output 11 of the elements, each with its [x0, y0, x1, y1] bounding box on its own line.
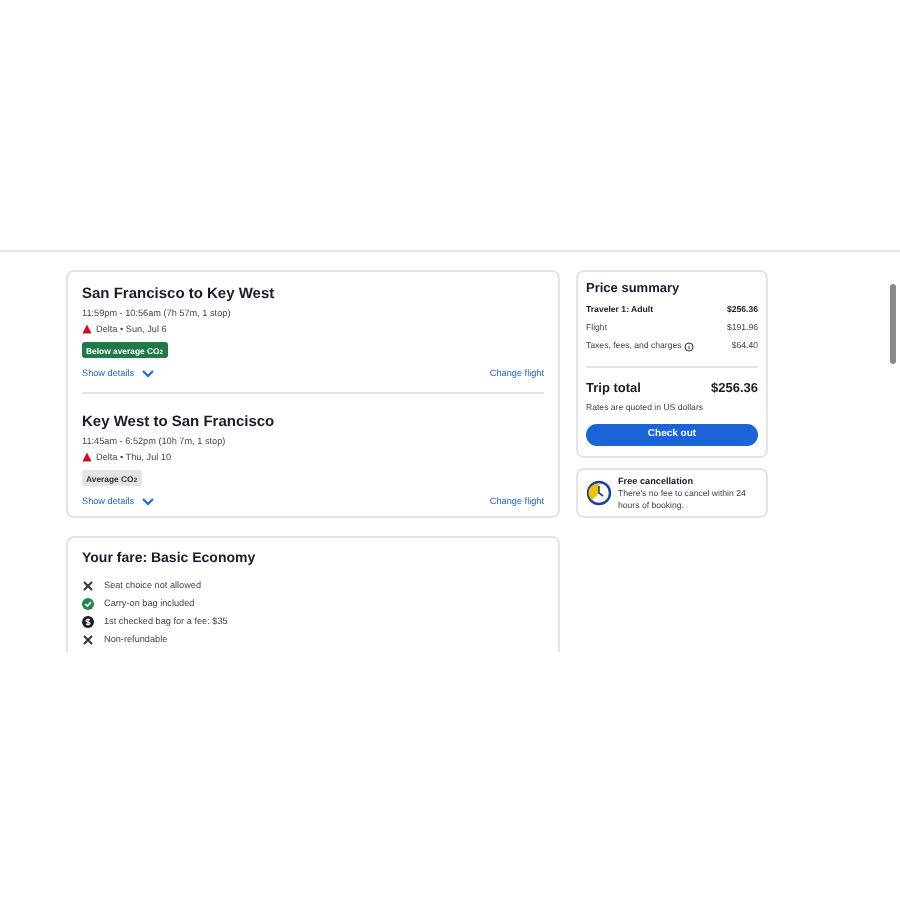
- cross-icon: [82, 580, 94, 592]
- info-icon[interactable]: [683, 341, 694, 351]
- airline-logo-icon: [82, 324, 92, 334]
- scrollbar-drawing[interactable]: [890, 284, 896, 364]
- dollar-circle-icon: [82, 616, 94, 628]
- chevron-down-icon: [142, 497, 155, 505]
- cross-icon: [82, 634, 94, 646]
- airline-logo-icon: [82, 452, 92, 462]
- check-circle-icon: [82, 598, 94, 610]
- clock-icon: [586, 480, 612, 506]
- chevron-down-icon: [142, 369, 155, 377]
